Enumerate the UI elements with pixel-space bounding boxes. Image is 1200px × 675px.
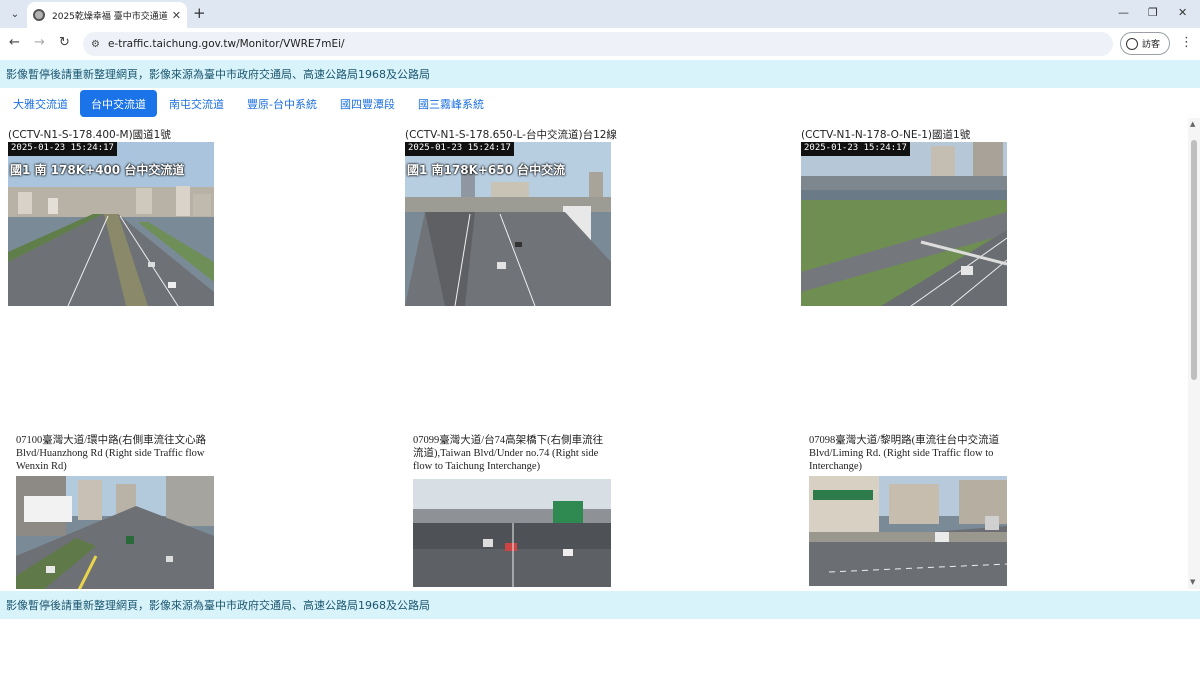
- street-scene: [809, 476, 1007, 586]
- notice-text: 影像暫停後請重新整理網頁，影像來源為臺中市政府交通局、高速公路局1968及公路局: [6, 599, 430, 612]
- camera-feed-image[interactable]: 2025-01-23 15:24:17: [801, 142, 1007, 306]
- camera-feed-image[interactable]: [809, 476, 1007, 586]
- notice-text: 影像暫停後請重新整理網頁，影像來源為臺中市政府交通局、高速公路局1968及公路局: [6, 68, 430, 81]
- close-icon[interactable]: ✕: [172, 9, 181, 22]
- browser-tab-strip: ⌄ 2025乾燥幸福 臺中市交通道CC ✕ + — ❐ ✕: [0, 0, 1200, 28]
- camera-feed-image[interactable]: 2025-01-23 15:24:17 國1 南 178K+400 台中交流道: [8, 142, 214, 306]
- camera-title: (CCTV-N1-N-178-O-NE-1)國道1號: [801, 129, 971, 141]
- camera-title: 07100臺灣大道/環中路(右側車流往文心路 Blvd/Huanzhong Rd…: [16, 435, 207, 472]
- camera-grid: (CCTV-N1-S-178.400-M)國道1號 2025-01-23 15:: [0, 118, 1188, 589]
- forward-arrow-icon[interactable]: →: [34, 35, 45, 51]
- camera-card: 07100臺灣大道/環中路(右側車流往文心路 Blvd/Huanzhong Rd…: [16, 434, 216, 589]
- camera-title: 07098臺灣大道/黎明路(車流往台中交流道 Blvd/Liming Rd. (…: [809, 435, 1000, 472]
- feed-timestamp: 2025-01-23 15:24:17: [405, 142, 514, 156]
- browser-tab[interactable]: 2025乾燥幸福 臺中市交通道CC ✕: [27, 2, 187, 28]
- tab-label: 國三霧峰系統: [417, 97, 484, 111]
- restore-window-icon[interactable]: ❐: [1148, 6, 1158, 19]
- feed-timestamp: 2025-01-23 15:24:17: [8, 142, 117, 156]
- feed-timestamp: 2025-01-23 15:24:17: [801, 142, 910, 156]
- camera-feed-image[interactable]: [413, 479, 611, 587]
- camera-feed-image[interactable]: [16, 476, 214, 589]
- minimize-icon[interactable]: —: [1118, 6, 1129, 19]
- tab-national3-wufeng[interactable]: 國三霧峰系統: [407, 90, 495, 117]
- camera-card: (CCTV-N1-S-178.650-L-台中交流道)台12線 2025-01-…: [405, 128, 617, 306]
- close-window-icon[interactable]: ✕: [1178, 6, 1187, 19]
- tab-search-chevron-icon[interactable]: ⌄: [6, 5, 24, 23]
- street-scene: [413, 479, 611, 587]
- camera-card: 07098臺灣大道/黎明路(車流往台中交流道 Blvd/Liming Rd. (…: [809, 434, 1009, 586]
- notice-banner-bottom: 影像暫停後請重新整理網頁，影像來源為臺中市政府交通局、高速公路局1968及公路局: [0, 591, 1200, 619]
- street-scene: [16, 476, 214, 589]
- camera-card: 07099臺灣大道/台74高架橋下(右側車流往 流道),Taiwan Blvd/…: [413, 434, 613, 587]
- scroll-thumb[interactable]: [1191, 140, 1197, 380]
- camera-title: 07099臺灣大道/台74高架橋下(右側車流往 流道),Taiwan Blvd/…: [413, 435, 604, 472]
- globe-icon: [33, 9, 45, 21]
- more-menu-icon[interactable]: ⋮: [1180, 35, 1193, 50]
- feed-location-overlay: 國1 南 178K+400 台中交流道: [10, 163, 185, 177]
- tab-label: 南屯交流道: [169, 97, 224, 111]
- tab-daya[interactable]: 大雅交流道: [2, 90, 79, 117]
- interchange-tabs: 大雅交流道 台中交流道 南屯交流道 豐原-台中系統 國四豐潭段 國三霧峰系統: [2, 90, 496, 118]
- tab-label: 國四豐潭段: [339, 97, 395, 111]
- tab-national4-fengtan[interactable]: 國四豐潭段: [329, 90, 406, 117]
- profile-label: 訪客: [1142, 40, 1161, 50]
- camera-feed-image[interactable]: 2025-01-23 15:24:17 國1 南178K+650 台中交流: [405, 142, 611, 306]
- page-scrollbar[interactable]: ▲ ▼: [1188, 118, 1200, 589]
- camera-title: (CCTV-N1-S-178.400-M)國道1號: [8, 129, 171, 141]
- tab-label: 大雅交流道: [13, 97, 68, 111]
- url-text[interactable]: e-traffic.taichung.gov.tw/Monitor/VWRE7m…: [108, 38, 345, 50]
- user-avatar-icon: [1126, 37, 1138, 50]
- reload-icon[interactable]: ↻: [59, 35, 70, 51]
- tab-label: 豐原-台中系統: [247, 97, 317, 111]
- address-bar[interactable]: ⚙ e-traffic.taichung.gov.tw/Monitor/VWRE…: [83, 32, 1113, 56]
- site-info-icon[interactable]: ⚙: [91, 39, 100, 50]
- tab-taichung[interactable]: 台中交流道: [80, 90, 157, 117]
- back-arrow-icon[interactable]: ←: [9, 35, 20, 51]
- browser-toolbar: ← → ↻ ⚙ e-traffic.taichung.gov.tw/Monito…: [0, 28, 1200, 60]
- scroll-up-icon[interactable]: ▲: [1190, 120, 1195, 128]
- guest-profile-button[interactable]: 訪客: [1120, 32, 1170, 55]
- tab-fengyuan-taichung[interactable]: 豐原-台中系統: [236, 90, 328, 117]
- feed-location-overlay: 國1 南178K+650 台中交流: [407, 163, 566, 177]
- notice-banner-top: 影像暫停後請重新整理網頁，影像來源為臺中市政府交通局、高速公路局1968及公路局: [0, 60, 1200, 88]
- scroll-down-icon[interactable]: ▼: [1190, 578, 1195, 586]
- camera-card: (CCTV-N1-S-178.400-M)國道1號 2025-01-23 15:: [8, 128, 214, 306]
- new-tab-plus-icon[interactable]: +: [193, 5, 206, 21]
- highway-scene: [801, 142, 1007, 306]
- camera-title: (CCTV-N1-S-178.650-L-台中交流道)台12線: [405, 129, 617, 141]
- tab-label: 台中交流道: [91, 97, 146, 111]
- tab-nantun[interactable]: 南屯交流道: [158, 90, 235, 117]
- browser-tab-title: 2025乾燥幸福 臺中市交通道CC: [52, 11, 168, 22]
- camera-card: (CCTV-N1-N-178-O-NE-1)國道1號 2025-01-23 15…: [801, 128, 1007, 306]
